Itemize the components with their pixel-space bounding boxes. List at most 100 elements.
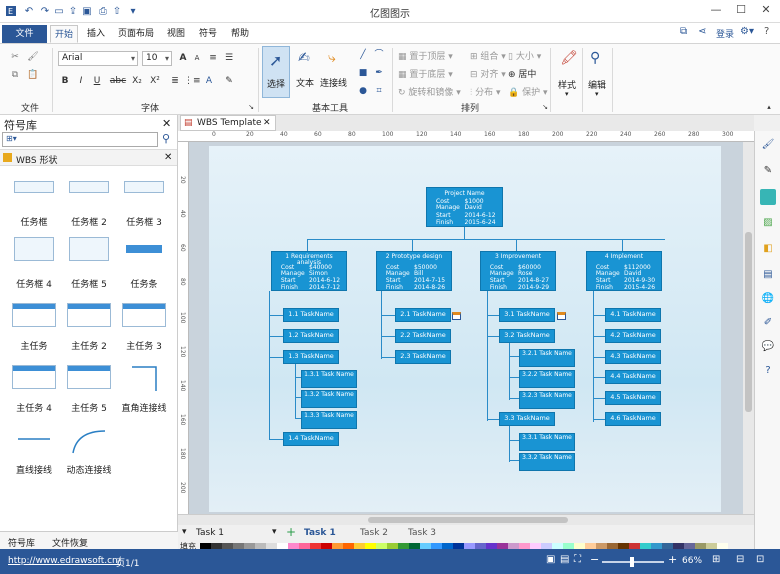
wbs-subtask-node[interactable]: 3.2.1 Task Name [519, 349, 575, 367]
library-shape[interactable]: 任务框 3 [116, 175, 172, 235]
scroll-thumb[interactable] [368, 517, 568, 523]
wbs-task-node[interactable]: 3.1 TaskName [499, 308, 555, 322]
library-shape[interactable]: 主任务 4 [6, 361, 62, 421]
copy-icon[interactable]: ⧉ [8, 68, 22, 82]
fill-icon[interactable]: 🖌 [760, 137, 776, 153]
tab-insert[interactable]: 插入 [82, 25, 110, 43]
close-icon[interactable]: ✕ [164, 152, 172, 163]
bring-to-front-button[interactable]: ▦ 置于顶层 ▾ [398, 49, 453, 62]
login-link[interactable]: 登录 [716, 27, 734, 40]
shadow-icon[interactable] [760, 189, 776, 205]
help-icon[interactable]: ? [764, 26, 769, 37]
library-shape[interactable]: 任务框 [6, 175, 62, 235]
bullets-icon[interactable]: ☰ [222, 51, 236, 65]
layers-icon[interactable]: ◧ [760, 241, 776, 257]
view-page-icon[interactable]: ▤ [560, 554, 569, 565]
image-icon[interactable]: ▨ [760, 215, 776, 231]
page-select[interactable]: Task 1 [196, 528, 224, 538]
wbs-task-node[interactable]: 2.2 TaskName [395, 329, 451, 343]
line-style-icon[interactable]: ✎ [760, 163, 776, 179]
wbs-task-node[interactable]: 4.6 TaskName [605, 412, 661, 426]
font-dialog-icon[interactable]: ↘ [244, 100, 258, 114]
align-icon[interactable]: ≡ [206, 51, 220, 65]
highlight-icon[interactable]: ✎ [222, 74, 236, 88]
page-tab-2[interactable]: Task 2 [360, 528, 388, 538]
font-shrink-icon[interactable]: A [190, 51, 204, 65]
wbs-task-node[interactable]: 1.3 TaskName [283, 350, 339, 364]
wbs-task-node[interactable]: 4.2 TaskName [605, 329, 661, 343]
library-shape[interactable]: 主任务 3 [116, 299, 172, 359]
tab-file[interactable]: 文件 [2, 25, 47, 43]
bold-button[interactable]: B [58, 74, 72, 88]
wbs-task-node[interactable]: 4.1 TaskName [605, 308, 661, 322]
protect-button[interactable]: 🔒 保护 ▾ [508, 85, 547, 98]
view-normal-icon[interactable]: ▣ [546, 554, 555, 565]
wbs-phase-node[interactable]: 4 Implement Cost $112000 Manage David Start 20… [586, 251, 662, 291]
fit-window-icon[interactable]: ⊡ [756, 554, 764, 565]
wbs-task-node[interactable]: 4.4 TaskName [605, 370, 661, 384]
page-nav-icon[interactable]: ▾ [182, 527, 187, 537]
underline-button[interactable]: U [90, 74, 104, 88]
zoom-slider-thumb[interactable] [630, 557, 634, 567]
edit-button[interactable]: ⚲ 编辑 ▾ [586, 46, 610, 98]
line-tool-icon[interactable]: ╱ [356, 48, 370, 62]
close-icon[interactable]: ✕ [263, 118, 271, 128]
font-size-select[interactable]: 10 [142, 51, 172, 66]
canvas[interactable]: Project Name Cost $1000 Manage David Start 201… [189, 142, 743, 514]
wbs-subtask-node[interactable]: 3.2.3 Task Name [519, 391, 575, 409]
wbs-task-node[interactable]: 3.3 TaskName [499, 412, 555, 426]
library-shape[interactable]: 任务框 5 [61, 237, 117, 297]
minimize-button[interactable]: — [705, 3, 727, 19]
horizontal-scrollbar[interactable] [178, 515, 754, 525]
tab-symbol-library[interactable]: 符号库 [8, 536, 35, 549]
italic-button[interactable]: I [74, 74, 88, 88]
zoom-in-icon[interactable]: + [668, 553, 677, 566]
close-icon[interactable]: ✕ [162, 117, 171, 130]
wbs-task-node[interactable]: 3.2 TaskName [499, 329, 555, 343]
zoom-out-icon[interactable]: − [590, 553, 599, 566]
add-page-icon[interactable]: + [286, 525, 296, 539]
vertical-scrollbar[interactable] [743, 142, 754, 514]
arc-tool-icon[interactable]: ⌒ [372, 48, 386, 62]
library-shape[interactable]: 主任务 5 [61, 361, 117, 421]
tab-file-recovery[interactable]: 文件恢复 [52, 536, 88, 549]
library-shape[interactable]: 任务框 2 [61, 175, 117, 235]
screen-icon[interactable]: ⧉ [680, 26, 687, 37]
share-icon[interactable]: ⋖ [698, 26, 706, 37]
close-button[interactable]: ✕ [755, 3, 777, 19]
tab-help[interactable]: 帮助 [226, 25, 254, 43]
cut-icon[interactable]: ✂ [8, 50, 22, 64]
globe-icon[interactable]: 🌐 [760, 291, 776, 307]
wbs-subtask-node[interactable]: 1.3.2 Task Name [301, 390, 357, 408]
ellipse-tool-icon[interactable]: ● [356, 84, 370, 98]
library-shape[interactable]: 主任务 [6, 299, 62, 359]
drawing-page[interactable]: Project Name Cost $1000 Manage David Start 201… [209, 146, 721, 512]
distribute-button[interactable]: ⫶ 分布 ▾ [470, 85, 501, 98]
subscript-button[interactable]: X₂ [128, 74, 146, 88]
page-tab-3[interactable]: Task 3 [408, 528, 436, 538]
font-name-select[interactable]: Arial [58, 51, 138, 66]
library-shape[interactable]: 直角连接线 [116, 361, 172, 421]
wbs-task-node[interactable]: 4.3 TaskName [605, 350, 661, 364]
wbs-subtask-node[interactable]: 1.3.1 Task Name [301, 370, 357, 388]
library-shape[interactable]: 动态连接线 [61, 423, 117, 483]
gear-icon[interactable]: ⚙▾ [740, 26, 754, 37]
wbs-task-node[interactable]: 1.4 TaskName [283, 432, 339, 446]
rotate-mirror-button[interactable]: ↻ 旋转和镜像 ▾ [398, 85, 461, 98]
tab-page-layout[interactable]: 页面布局 [114, 25, 158, 43]
line-spacing-icon[interactable]: ≣ [168, 74, 182, 88]
wbs-task-node[interactable]: 2.1 TaskName [395, 308, 451, 322]
wbs-phase-node[interactable]: 2 Prototype design Cost $50000 Manage Bill St… [376, 251, 452, 291]
wbs-subtask-node[interactable]: 1.3.3 Task Name [301, 411, 357, 429]
zoom-slider[interactable] [602, 557, 664, 567]
wbs-task-node[interactable]: 1.2 TaskName [283, 329, 339, 343]
fit-page-icon[interactable]: ⊞ [712, 554, 720, 565]
tab-home[interactable]: 开始 [50, 25, 78, 43]
website-link[interactable]: http://www.edrawsoft.cn/ [8, 556, 121, 566]
wbs-subtask-node[interactable]: 3.3.1 Task Name [519, 433, 575, 451]
wbs-phase-node[interactable]: 1 Requirements analysis Cost $40000 Manage Si… [271, 251, 347, 291]
tab-symbol[interactable]: 符号 [194, 25, 222, 43]
crop-tool-icon[interactable]: ⌗ [372, 84, 386, 98]
style-button[interactable]: 🖍 样式 ▾ [556, 46, 580, 98]
comment-icon[interactable]: 💬 [760, 339, 776, 355]
